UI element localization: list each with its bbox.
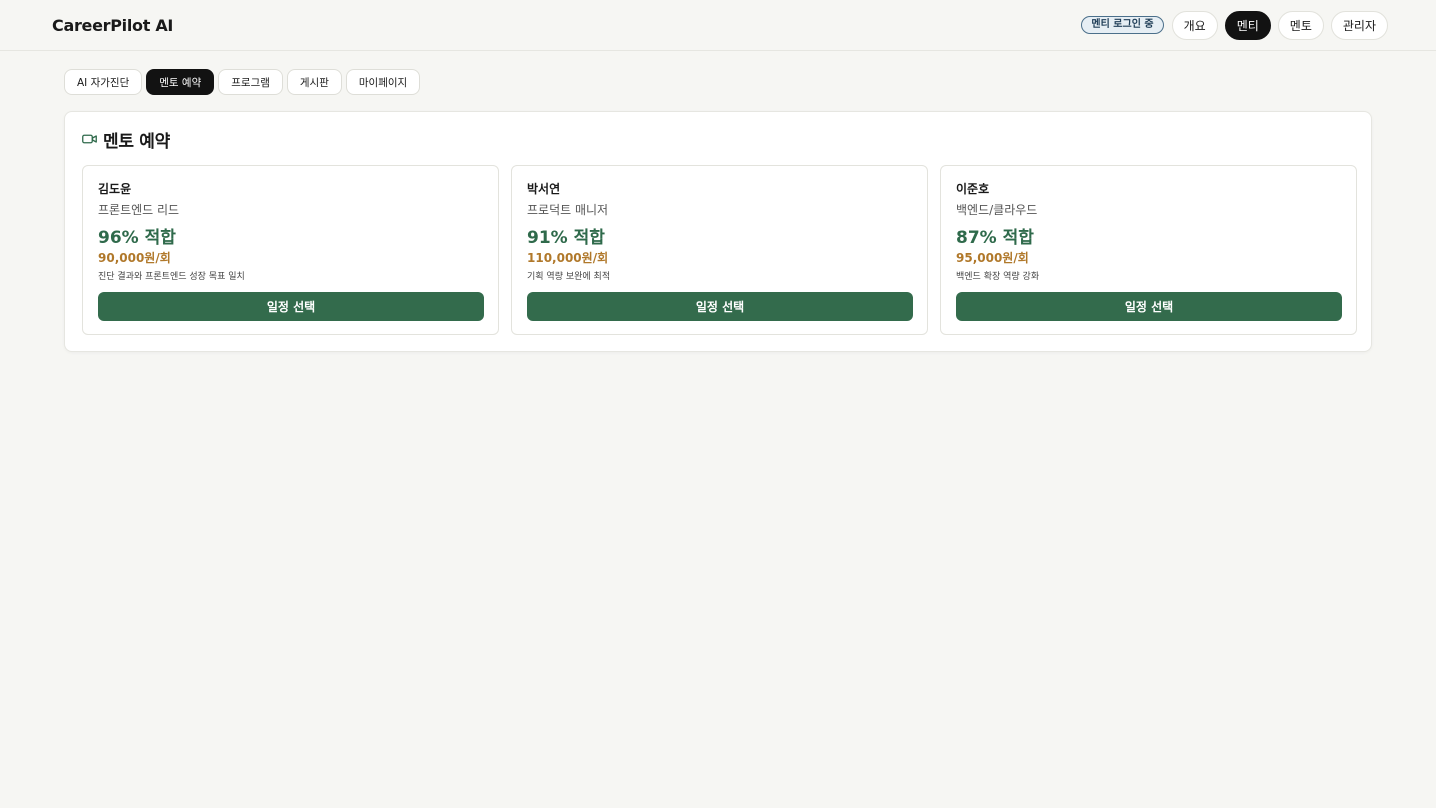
tab-mentor-booking[interactable]: 멘토 예약	[146, 69, 215, 95]
role-button-mentee[interactable]: 멘티	[1224, 10, 1271, 40]
mentor-booking-panel: 멘토 예약 김도윤 프론트엔드 리드 96% 적합 90,000원/회 진단 결…	[64, 111, 1372, 352]
tab-ai-self-diagnosis[interactable]: AI 자가진단	[64, 69, 143, 95]
tab-programs[interactable]: 프로그램	[218, 69, 283, 95]
tab-my-page[interactable]: 마이페이지	[345, 69, 421, 95]
match-reason: 기획 역량 보완에 최적	[527, 272, 611, 282]
select-schedule-button[interactable]: 일정 선택	[527, 292, 913, 321]
mentor-role: 프론트엔드 리드	[98, 203, 180, 217]
match-score: 91% 적합	[527, 228, 605, 248]
role-switcher: 멘티 로그인 중 개요 멘티 멘토 관리자	[1081, 10, 1388, 40]
match-score: 96% 적합	[98, 228, 176, 248]
brand-logo[interactable]: CareerPilot AI	[52, 16, 173, 35]
video-camera-icon	[82, 134, 97, 144]
mentor-name: 박서연	[527, 182, 561, 196]
mentor-card: 김도윤 프론트엔드 리드 96% 적합 90,000원/회 진단 결과와 프론트…	[82, 165, 499, 335]
role-button-admin[interactable]: 관리자	[1330, 10, 1388, 40]
panel-title: 멘토 예약	[103, 131, 170, 152]
main-tabs: AI 자가진단 멘토 예약 프로그램 게시판 마이페이지	[64, 69, 421, 95]
top-bar: CareerPilot AI 멘티 로그인 중 개요 멘티 멘토 관리자	[0, 0, 1436, 51]
mentor-role: 백엔드/클라우드	[956, 203, 1038, 217]
select-schedule-button[interactable]: 일정 선택	[98, 292, 484, 321]
select-schedule-button[interactable]: 일정 선택	[956, 292, 1342, 321]
session-price: 110,000원/회	[527, 251, 609, 265]
mentor-card-list: 김도윤 프론트엔드 리드 96% 적합 90,000원/회 진단 결과와 프론트…	[82, 165, 1357, 335]
mentor-name: 이준호	[956, 182, 990, 196]
mentor-role: 프로덕트 매니저	[527, 203, 609, 217]
mentor-card: 박서연 프로덕트 매니저 91% 적합 110,000원/회 기획 역량 보완에…	[511, 165, 928, 335]
match-reason: 진단 결과와 프론트엔드 성장 목표 일치	[98, 272, 245, 282]
session-price: 90,000원/회	[98, 251, 171, 265]
role-button-mentor[interactable]: 멘토	[1277, 10, 1324, 40]
role-button-overview[interactable]: 개요	[1171, 10, 1218, 40]
mentor-card: 이준호 백엔드/클라우드 87% 적합 95,000원/회 백엔드 확장 역량 …	[940, 165, 1357, 335]
tab-board[interactable]: 게시판	[286, 69, 342, 95]
match-reason: 백엔드 확장 역량 강화	[956, 272, 1040, 282]
mentor-name: 김도윤	[98, 182, 132, 196]
login-status-badge: 멘티 로그인 중	[1081, 16, 1164, 34]
session-price: 95,000원/회	[956, 251, 1029, 265]
panel-header: 멘토 예약	[82, 128, 1354, 152]
match-score: 87% 적합	[956, 228, 1034, 248]
